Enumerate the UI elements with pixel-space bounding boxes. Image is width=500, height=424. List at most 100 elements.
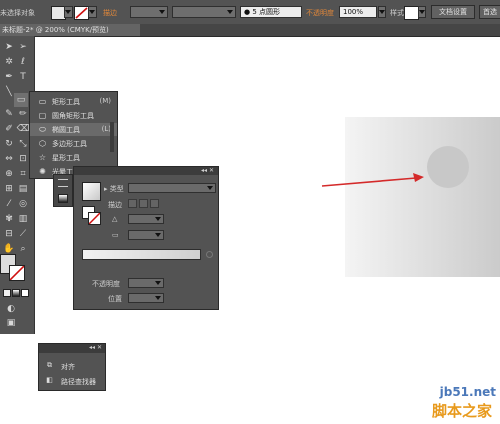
panel-item-label: 路径查找器 <box>61 378 96 386</box>
panel-item-align[interactable]: ⧉ 对齐 <box>39 359 105 372</box>
document-setup-button[interactable]: 文档设置 <box>431 5 475 19</box>
screen-mode-icon[interactable]: ▣ <box>4 316 18 330</box>
star-icon: ☆ <box>38 153 47 162</box>
delete-stop-icon[interactable] <box>206 251 213 258</box>
stroke-weight-field[interactable] <box>130 6 168 18</box>
eraser-tool-icon[interactable]: ⌫ <box>16 122 30 136</box>
width-tool-icon[interactable]: ⇔ <box>2 152 16 166</box>
panel-window-controls[interactable]: ◂◂ ✕ <box>201 167 214 175</box>
variable-width-profile-dropdown[interactable] <box>172 6 236 18</box>
drawing-mode-icon[interactable]: ◐ <box>4 302 18 316</box>
flyout-item-star[interactable]: ☆ 星形工具 <box>30 151 117 164</box>
fill-proxy[interactable] <box>88 212 101 225</box>
pathfinder-icon: ◧ <box>46 376 53 384</box>
control-bar: 未选择对象 描边 ● 5 点圆形 不透明度 100% 样式 文档设置 首选 <box>0 0 500 25</box>
flyout-item-label: 椭圆工具 <box>52 126 80 134</box>
graphic-style-swatch[interactable] <box>404 6 419 20</box>
stroke-within-button[interactable] <box>128 199 137 208</box>
flyout-item-label: 多边形工具 <box>52 140 87 148</box>
perspective-grid-tool-icon[interactable]: ⌗ <box>16 167 30 181</box>
annotation-arrow <box>321 173 424 187</box>
gradient-panel-tab-icon[interactable] <box>58 194 68 203</box>
gradient-slider[interactable] <box>82 249 201 260</box>
none-mode-icon[interactable] <box>21 289 29 297</box>
document-tab-bar: 未标题-2* @ 200% (CMYK/预览) <box>0 24 500 37</box>
panel-tab-strip <box>53 174 73 207</box>
stroke-across-button[interactable] <box>150 199 159 208</box>
stroke-weight-label[interactable]: 描边 <box>103 8 117 18</box>
opacity-dropdown[interactable] <box>378 6 386 18</box>
rounded-rectangle-icon: ▢ <box>38 111 47 120</box>
blend-tool-icon[interactable]: ◎ <box>16 197 30 211</box>
circle-artwork[interactable] <box>427 146 469 188</box>
color-mode-icon[interactable] <box>3 289 11 297</box>
blob-brush-tool-icon[interactable]: ✐ <box>2 122 16 136</box>
eyedropper-tool-icon[interactable]: ⁄ <box>2 197 16 211</box>
gradient-panel: ◂◂ ✕ ▸ 类型 描边 △ ▭ 不透明度 位置 <box>73 166 219 310</box>
watermark-name: 脚本之家 <box>431 402 492 420</box>
menu-lines-icon[interactable] <box>58 179 68 187</box>
tools-panel: ➤ ➢ ✲ ℓ ✒ T ╲ ▭ ✎ ✏ ✐ ⌫ ↻ ⤡ ⇔ ⊡ ⊕ ⌗ ⊞ ▤ … <box>0 36 35 334</box>
gradient-preview-swatch[interactable] <box>82 182 101 201</box>
flyout-item-shortcut: (M) <box>99 97 111 105</box>
panel-window-controls[interactable]: ◂◂ ✕ <box>89 344 102 352</box>
align-pathfinder-panel: ◂◂ ✕ ⧉ 对齐 ◧ 路径查找器 <box>38 343 106 391</box>
flyout-item-rectangle[interactable]: ▭ 矩形工具 (M) <box>30 95 117 108</box>
stop-location-field[interactable] <box>128 293 164 303</box>
paintbrush-tool-icon[interactable]: ✎ <box>2 107 16 121</box>
scale-tool-icon[interactable]: ⤡ <box>16 137 30 151</box>
type-tool-icon[interactable]: T <box>16 70 30 84</box>
flyout-tearoff-handle[interactable] <box>110 122 114 152</box>
symbol-sprayer-tool-icon[interactable]: ✾ <box>2 212 16 226</box>
stroke-along-button[interactable] <box>139 199 148 208</box>
flyout-item-polygon[interactable]: ⬡ 多边形工具 <box>30 137 117 150</box>
artboard-tool-icon[interactable]: ⊟ <box>2 227 16 241</box>
shape-builder-tool-icon[interactable]: ⊕ <box>2 167 16 181</box>
panel-item-pathfinder[interactable]: ◧ 路径查找器 <box>39 374 105 387</box>
flyout-item-rounded-rectangle[interactable]: ▢ 圆角矩形工具 <box>30 109 117 122</box>
opacity-field[interactable]: 100% <box>339 6 377 18</box>
gradient-rectangle-artwork[interactable] <box>345 117 500 277</box>
preferences-button[interactable]: 首选 <box>479 5 500 19</box>
zoom-tool-icon[interactable]: ⌕ <box>16 242 30 256</box>
watermark-site: jb51.net <box>439 385 496 399</box>
gradient-type-text: 类型 <box>109 185 124 193</box>
pen-tool-icon[interactable]: ✒ <box>2 70 16 84</box>
flare-icon: ✺ <box>39 167 46 176</box>
selection-tool-icon[interactable]: ➤ <box>2 40 16 54</box>
stop-opacity-field[interactable] <box>128 278 164 288</box>
document-tab[interactable]: 未标题-2* @ 200% (CMYK/预览) <box>0 24 140 36</box>
gradient-mode-icon[interactable] <box>12 289 20 297</box>
panel-title-bar[interactable]: ◂◂ ✕ <box>39 344 105 353</box>
aspect-ratio-field[interactable] <box>128 230 164 240</box>
opacity-label[interactable]: 不透明度 <box>306 8 334 18</box>
fill-dropdown[interactable] <box>64 6 73 18</box>
flyout-item-label: 圆角矩形工具 <box>52 112 94 120</box>
direct-selection-tool-icon[interactable]: ➢ <box>16 40 30 54</box>
rectangle-tool-icon[interactable]: ▭ <box>14 93 28 107</box>
pencil-tool-icon[interactable]: ✏ <box>16 107 30 121</box>
stroke-swatch[interactable] <box>74 6 89 20</box>
ellipse-icon: ⬭ <box>39 125 46 134</box>
stop-location-label: 位置 <box>108 295 122 303</box>
flyout-item-ellipse[interactable]: ⬭ 椭圆工具 (L) <box>30 123 117 136</box>
lasso-tool-icon[interactable]: ℓ <box>16 55 30 69</box>
stroke-proxy[interactable] <box>9 265 25 281</box>
angle-icon: △ <box>112 215 118 223</box>
no-stroke-icon <box>75 7 88 19</box>
panel-title-bar[interactable]: ◂◂ ✕ <box>74 167 218 175</box>
column-graph-tool-icon[interactable]: ▥ <box>16 212 30 226</box>
stroke-dropdown[interactable] <box>88 6 97 18</box>
graphic-style-dropdown[interactable] <box>418 6 426 18</box>
rotate-tool-icon[interactable]: ↻ <box>2 137 16 151</box>
no-stroke-icon <box>9 265 25 281</box>
brush-definition-value: 5 点圆形 <box>252 8 281 16</box>
gradient-type-dropdown[interactable] <box>128 183 216 193</box>
brush-definition-dropdown[interactable]: ● 5 点圆形 <box>240 6 302 18</box>
mesh-tool-icon[interactable]: ⊞ <box>2 182 16 196</box>
magic-wand-tool-icon[interactable]: ✲ <box>2 55 16 69</box>
angle-field[interactable] <box>128 214 164 224</box>
gradient-tool-icon[interactable]: ▤ <box>16 182 30 196</box>
slice-tool-icon[interactable]: ⟋ <box>16 227 30 241</box>
free-transform-tool-icon[interactable]: ⊡ <box>16 152 30 166</box>
